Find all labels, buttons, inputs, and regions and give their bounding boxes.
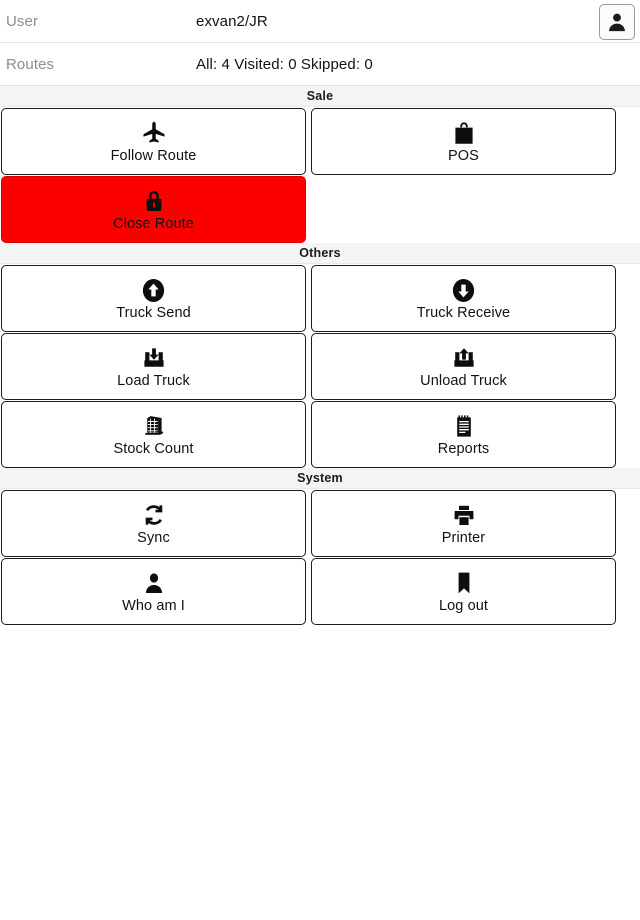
- routes-info-row: Routes All: 4 Visited: 0 Skipped: 0: [0, 43, 640, 86]
- person-icon: [143, 568, 165, 596]
- tile-load-truck[interactable]: Load Truck: [1, 333, 306, 400]
- tile-reports[interactable]: Reports: [311, 401, 616, 468]
- tile-grid-others: Truck Send Truck Receive Load Truck Unlo…: [0, 264, 640, 468]
- tile-label: Close Route: [113, 216, 194, 232]
- notepad-icon: [452, 411, 476, 439]
- tile-label: Who am I: [122, 598, 185, 614]
- tile-pos[interactable]: POS: [311, 108, 616, 175]
- user-avatar-icon: [606, 11, 628, 33]
- tile-label: Truck Send: [116, 305, 191, 321]
- box-arrow-down-icon: [141, 343, 167, 371]
- tile-close-route[interactable]: Close Route: [1, 176, 306, 243]
- user-label: User: [6, 12, 39, 30]
- tile-grid-system: Sync Printer Who am I Log out: [0, 489, 640, 625]
- tile-label: Sync: [137, 530, 170, 546]
- user-avatar-button[interactable]: [599, 4, 635, 40]
- section-header-sale: Sale: [0, 86, 640, 107]
- app-root: User exvan2/JR Routes All: 4 Visited: 0 …: [0, 0, 640, 920]
- tile-log-out[interactable]: Log out: [311, 558, 616, 625]
- user-value: exvan2/JR: [196, 12, 268, 30]
- printer-icon: [451, 500, 477, 528]
- arrow-down-circle-icon: [451, 275, 476, 303]
- bookmark-icon: [454, 568, 474, 596]
- tile-grid-sale: Follow Route POS Close Route: [0, 107, 640, 243]
- routes-label: Routes: [6, 55, 55, 73]
- tile-follow-route[interactable]: Follow Route: [1, 108, 306, 175]
- tile-label: Stock Count: [113, 441, 194, 457]
- pallet-stack-icon: [141, 411, 167, 439]
- arrow-up-circle-icon: [141, 275, 166, 303]
- section-header-others: Others: [0, 243, 640, 264]
- user-info-row: User exvan2/JR: [0, 0, 640, 43]
- shopping-bag-icon: [452, 118, 476, 146]
- tile-truck-receive[interactable]: Truck Receive: [311, 265, 616, 332]
- tile-label: Reports: [437, 441, 490, 457]
- tile-label: POS: [448, 148, 479, 164]
- tile-who-am-i[interactable]: Who am I: [1, 558, 306, 625]
- box-arrow-up-icon: [451, 343, 477, 371]
- tile-unload-truck[interactable]: Unload Truck: [311, 333, 616, 400]
- refresh-sync-icon: [141, 500, 167, 528]
- routes-value: All: 4 Visited: 0 Skipped: 0: [196, 55, 373, 73]
- airplane-icon: [141, 118, 167, 146]
- tile-label: Unload Truck: [420, 373, 507, 389]
- tile-label: Load Truck: [117, 373, 190, 389]
- tile-label: Log out: [438, 598, 489, 614]
- tile-sync[interactable]: Sync: [1, 490, 306, 557]
- tile-printer[interactable]: Printer: [311, 490, 616, 557]
- section-header-system: System: [0, 468, 640, 489]
- sections-container: Sale Follow Route POS Close Route Others …: [0, 86, 640, 625]
- tile-label: Truck Receive: [416, 305, 511, 321]
- tile-label: Follow Route: [110, 148, 197, 164]
- tile-truck-send[interactable]: Truck Send: [1, 265, 306, 332]
- tile-label: Printer: [441, 530, 486, 546]
- tile-stock-count[interactable]: Stock Count: [1, 401, 306, 468]
- lock-icon: [142, 186, 166, 214]
